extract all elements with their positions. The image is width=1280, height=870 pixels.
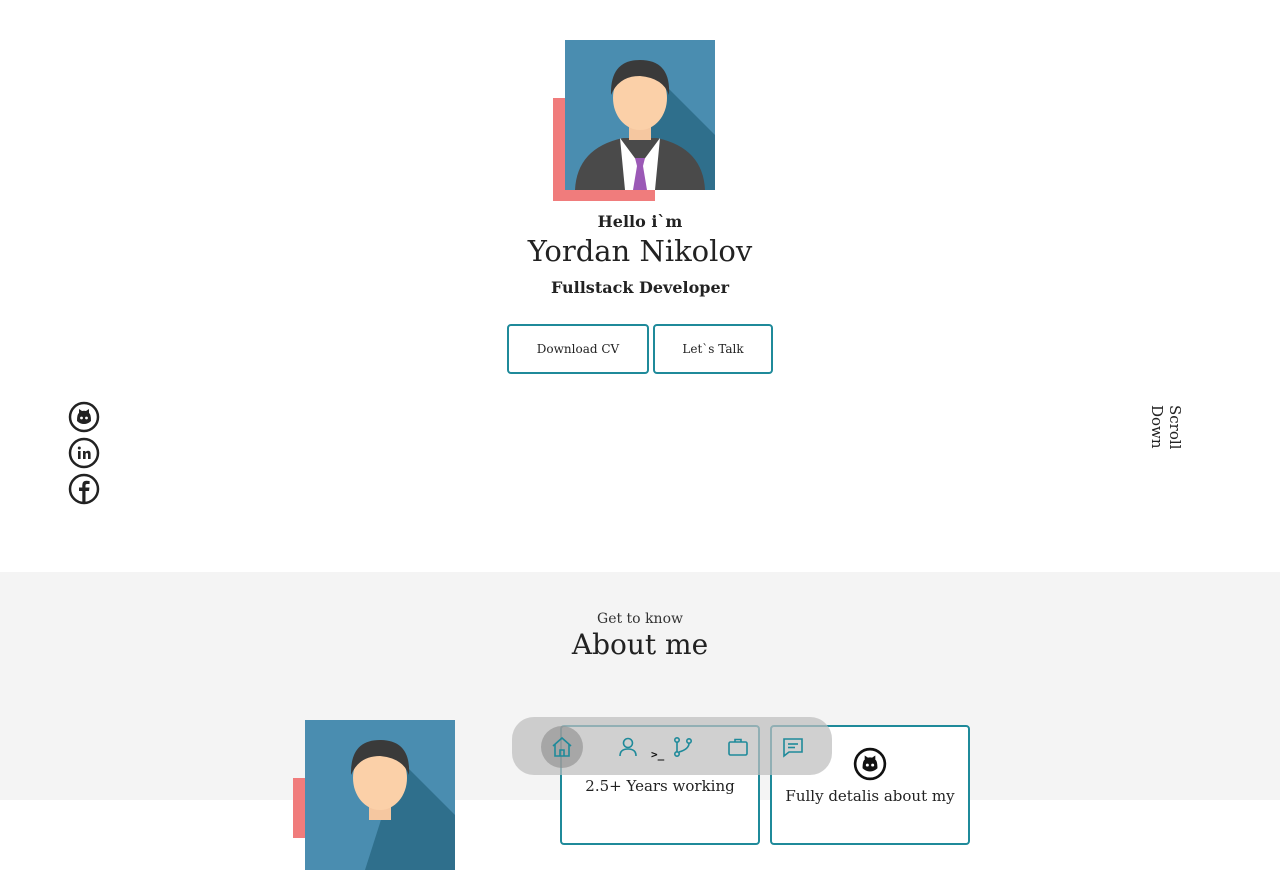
about-photo-frame <box>293 720 455 870</box>
terminal-icon: >_ <box>651 748 665 761</box>
nav-about[interactable] <box>607 726 649 768</box>
briefcase-icon <box>728 738 748 756</box>
hero-section: Hello i`m Yordan Nikolov Fullstack Devel… <box>0 0 1280 572</box>
about-photo <box>305 720 455 870</box>
message-icon <box>783 738 803 758</box>
social-links <box>68 401 100 509</box>
hero-greeting: Hello i`m <box>597 212 683 231</box>
github-icon[interactable] <box>68 401 100 433</box>
user-icon <box>619 737 637 757</box>
bottom-nav: >_ <box>512 717 832 775</box>
experience-text: 2.5+ Years working <box>585 777 735 795</box>
nav-portfolio[interactable] <box>717 726 759 768</box>
facebook-icon[interactable] <box>68 473 100 505</box>
profile-photo-frame <box>553 40 715 201</box>
github-card-text: Fully detalis about my <box>785 787 955 805</box>
profile-photo <box>565 40 715 190</box>
hero-name: Yordan Nikolov <box>527 234 753 268</box>
hero-role: Fullstack Developer <box>550 278 730 297</box>
linkedin-icon[interactable] <box>68 437 100 469</box>
about-kicker: Get to know <box>597 611 683 627</box>
nav-experience[interactable] <box>662 726 704 768</box>
about-title: About me <box>571 628 709 661</box>
nav-contact[interactable] <box>772 726 814 768</box>
github-icon <box>853 747 887 781</box>
home-icon <box>552 736 572 757</box>
git-branch-icon <box>673 736 693 757</box>
scroll-down-link[interactable]: Scroll Down <box>1148 405 1184 495</box>
download-cv-button[interactable]: Download CV <box>507 324 649 374</box>
nav-home[interactable] <box>541 726 583 768</box>
lets-talk-button[interactable]: Let`s Talk <box>653 324 773 374</box>
